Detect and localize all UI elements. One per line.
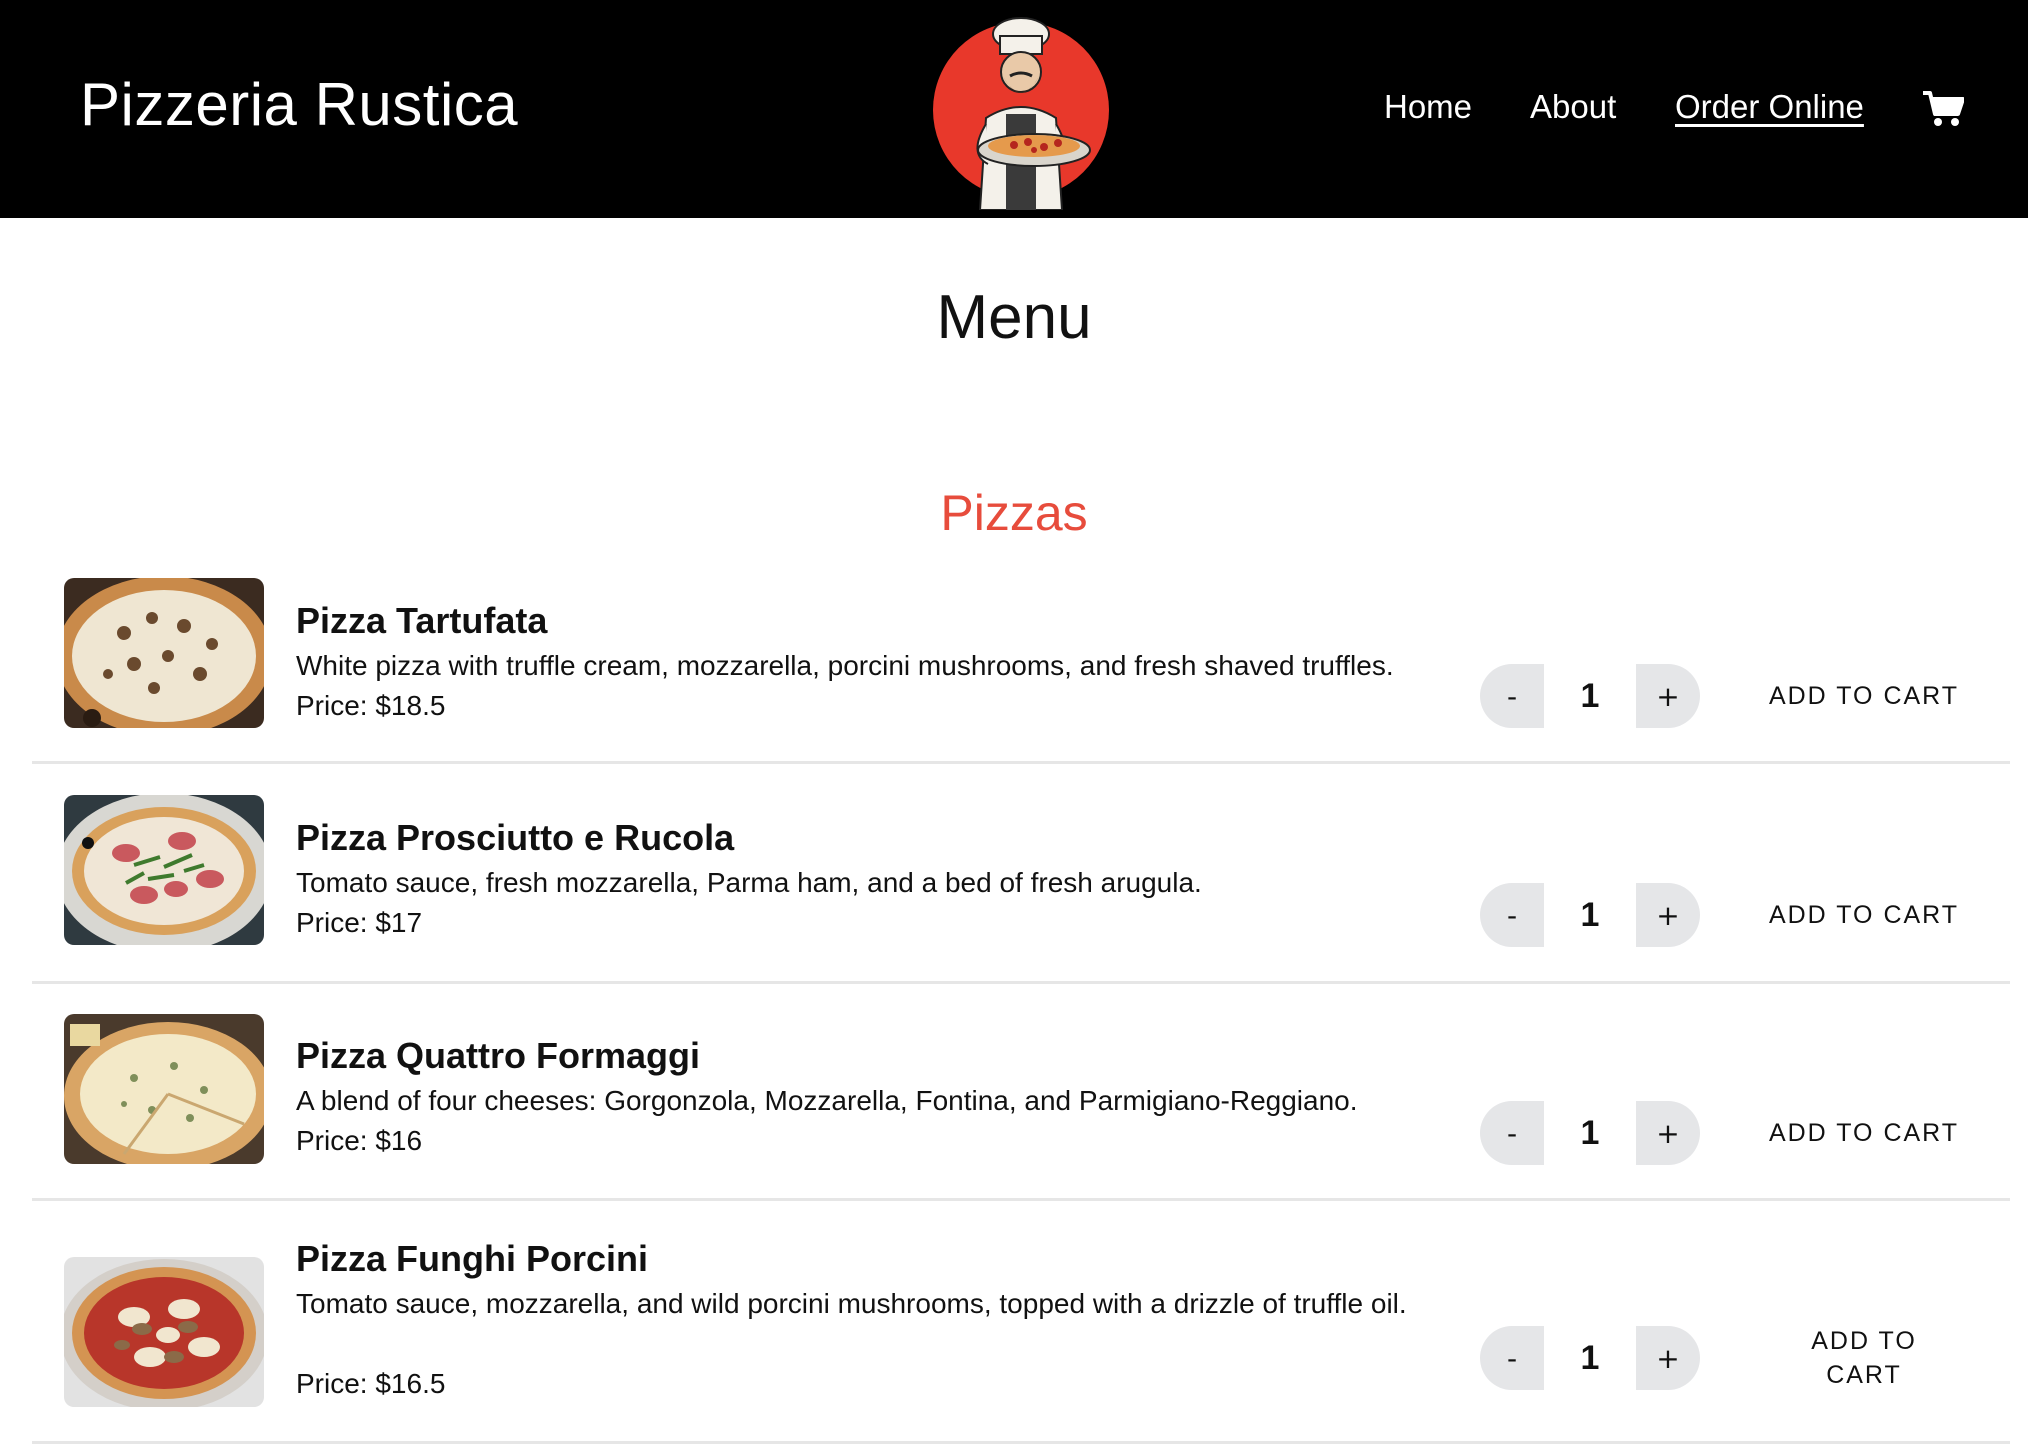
pizza-prosciutto-e-rucola-image xyxy=(64,795,264,945)
quantity-decrease-button[interactable]: - xyxy=(1480,664,1544,728)
add-to-cart-button[interactable]: ADD TO CART xyxy=(1744,679,1984,713)
menu-item: Pizza Tartufata White pizza with truffle… xyxy=(32,578,2010,764)
quantity-increase-button[interactable]: + xyxy=(1636,1101,1700,1165)
shopping-cart-icon[interactable] xyxy=(1922,90,1965,128)
quantity-increase-button[interactable]: + xyxy=(1636,664,1700,728)
item-description: White pizza with truffle cream, mozzarel… xyxy=(296,650,1394,681)
item-name: Pizza Tartufata xyxy=(296,600,548,641)
quantity-value: 1 xyxy=(1580,1113,1600,1152)
item-description: Tomato sauce, mozzarella, and wild porci… xyxy=(296,1288,1407,1319)
quantity-increase-button[interactable]: + xyxy=(1636,883,1700,947)
item-price: Price: $16 xyxy=(296,1125,423,1156)
quantity-increase-button[interactable]: + xyxy=(1636,1326,1700,1390)
quantity-value: 1 xyxy=(1580,676,1600,715)
item-price: Price: $17 xyxy=(296,907,423,938)
pizza-quattro-formaggi-image xyxy=(64,1014,264,1164)
quantity-decrease-button[interactable]: - xyxy=(1480,1101,1544,1165)
brand-name[interactable]: Pizzeria Rustica xyxy=(80,70,518,139)
add-to-cart-button[interactable]: ADD TO CART xyxy=(1784,1324,1944,1392)
nav-order-online-link[interactable]: Order Online xyxy=(1675,88,1864,126)
item-description: A blend of four cheeses: Gorgonzola, Moz… xyxy=(296,1085,1358,1116)
quantity-value: 1 xyxy=(1580,895,1600,934)
nav-home-link[interactable]: Home xyxy=(1384,88,1472,126)
section-title-pizzas: Pizzas xyxy=(940,485,1088,541)
menu-item: Pizza Quattro Formaggi A blend of four c… xyxy=(32,987,2010,1201)
site-header: Pizzeria Rustica Home About Order Online xyxy=(0,0,2028,218)
quantity-decrease-button[interactable]: - xyxy=(1480,883,1544,947)
add-to-cart-button[interactable]: ADD TO CART xyxy=(1744,898,1984,932)
nav-about-link[interactable]: About xyxy=(1530,88,1616,126)
pizza-funghi-porcini-image xyxy=(64,1257,264,1407)
quantity-value: 1 xyxy=(1580,1338,1600,1377)
quantity-decrease-button[interactable]: - xyxy=(1480,1326,1544,1390)
item-name: Pizza Quattro Formaggi xyxy=(296,1035,701,1076)
item-price: Price: $18.5 xyxy=(296,690,446,721)
item-price: Price: $16.5 xyxy=(296,1368,446,1399)
item-name: Pizza Funghi Porcini xyxy=(296,1238,649,1279)
page-title: Menu xyxy=(936,283,1092,352)
item-description: Tomato sauce, fresh mozzarella, Parma ha… xyxy=(296,867,1202,898)
menu-item: Pizza Funghi Porcini Tomato sauce, mozza… xyxy=(32,1204,2010,1444)
pizza-tartufata-image xyxy=(64,578,264,728)
menu-item: Pizza Prosciutto e Rucola Tomato sauce, … xyxy=(32,767,2010,984)
item-name: Pizza Prosciutto e Rucola xyxy=(296,817,735,858)
chef-logo-icon[interactable] xyxy=(928,14,1114,211)
add-to-cart-button[interactable]: ADD TO CART xyxy=(1744,1116,1984,1150)
